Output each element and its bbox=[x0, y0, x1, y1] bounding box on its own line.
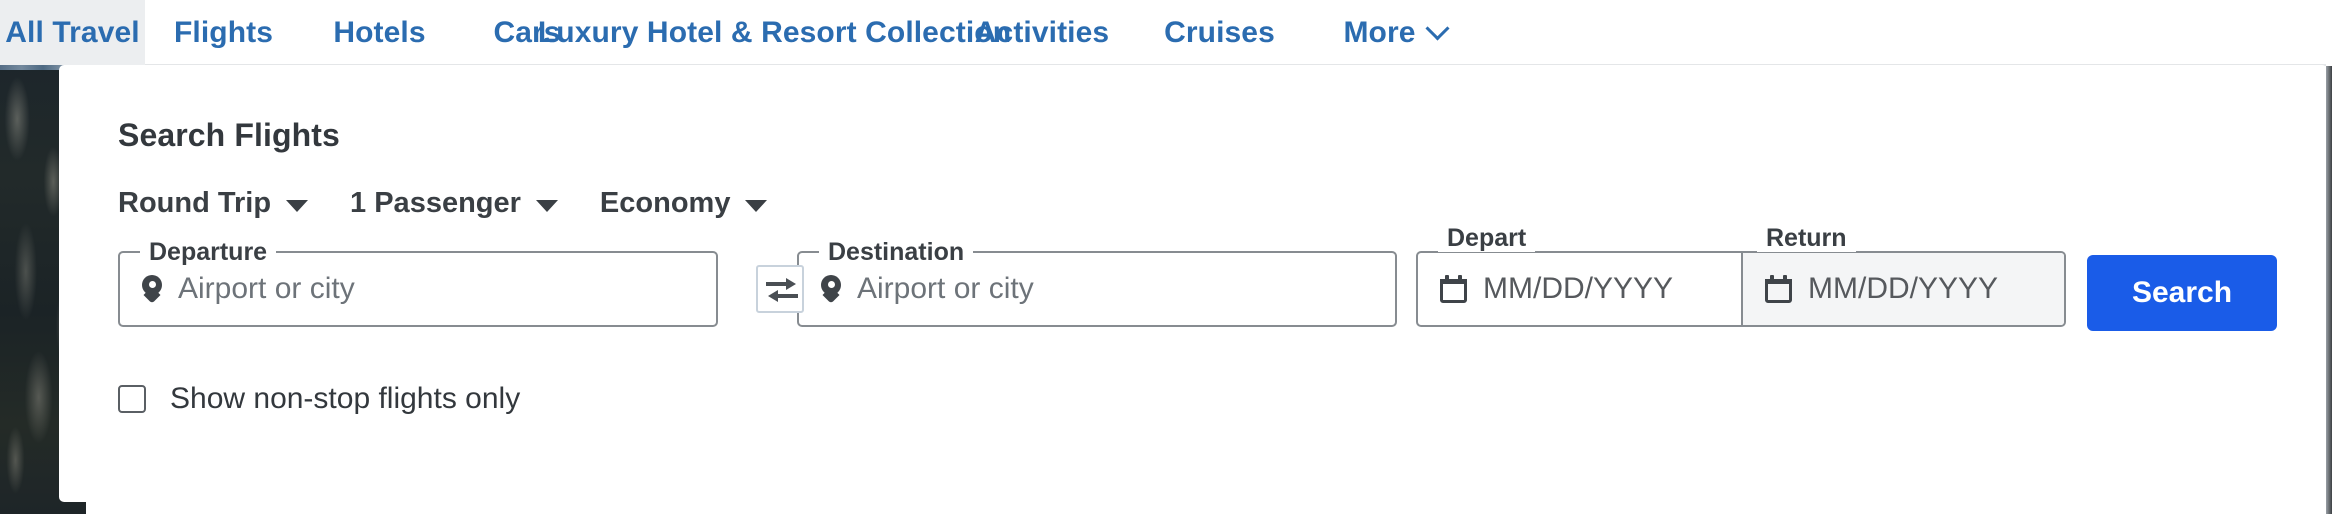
map-pin-icon bbox=[142, 275, 162, 303]
tab-label: All Travel bbox=[5, 16, 140, 49]
passengers-dropdown[interactable]: 1 Passenger bbox=[350, 187, 558, 220]
search-fields-row: Departure Airport or city Destination Ai… bbox=[59, 224, 2327, 361]
tab-label: Activities bbox=[974, 16, 1110, 49]
passengers-value: 1 Passenger bbox=[350, 187, 521, 219]
tab-all-travel[interactable]: All Travel bbox=[0, 0, 145, 66]
tab-luxury-hotel-resort-collection[interactable]: Luxury Hotel & Resort Collection bbox=[538, 0, 1011, 66]
tab-label: Luxury Hotel & Resort Collection bbox=[537, 16, 1012, 49]
page-title: Search Flights bbox=[118, 117, 340, 153]
search-flights-card: Search Flights Round Trip 1 Passenger Ec… bbox=[59, 65, 2327, 502]
return-date-field[interactable]: Return MM/DD/YYYY bbox=[1741, 224, 2064, 325]
non-stop-flights-checkbox[interactable] bbox=[118, 385, 146, 413]
tab-more[interactable]: More bbox=[1307, 0, 1482, 66]
map-pin-icon bbox=[821, 275, 841, 303]
tab-flights[interactable]: Flights bbox=[145, 0, 302, 66]
non-stop-flights-label: Show non-stop flights only bbox=[170, 382, 521, 415]
tab-activities[interactable]: Activities bbox=[952, 0, 1132, 66]
tab-cruises[interactable]: Cruises bbox=[1132, 0, 1307, 66]
swap-arrows-icon bbox=[766, 278, 798, 302]
return-date-label: Return bbox=[1757, 224, 1856, 252]
destination-placeholder: Airport or city bbox=[857, 272, 1034, 305]
caret-down-icon bbox=[535, 199, 558, 212]
caret-down-icon bbox=[286, 199, 309, 212]
chevron-down-icon bbox=[1425, 15, 1450, 41]
cabin-class-value: Economy bbox=[599, 187, 731, 219]
tab-hotels[interactable]: Hotels bbox=[302, 0, 457, 66]
calendar-icon bbox=[1440, 275, 1467, 303]
departure-placeholder: Airport or city bbox=[178, 272, 355, 305]
depart-date-placeholder: MM/DD/YYYY bbox=[1483, 272, 1674, 305]
page-right-edge-top-gap bbox=[2326, 0, 2332, 66]
departure-field[interactable]: Departure Airport or city bbox=[118, 238, 718, 327]
tab-label: Flights bbox=[173, 16, 274, 49]
destination-field[interactable]: Destination Airport or city bbox=[797, 238, 1397, 327]
travel-search-screen: All Travel Flights Hotels Cars Luxury Ho… bbox=[0, 0, 2332, 514]
tab-label: More bbox=[1343, 16, 1416, 49]
primary-nav-tabs: All Travel Flights Hotels Cars Luxury Ho… bbox=[0, 0, 2332, 66]
cabin-class-dropdown[interactable]: Economy bbox=[600, 187, 768, 220]
trip-type-dropdown[interactable]: Round Trip bbox=[118, 187, 309, 220]
trip-type-value: Round Trip bbox=[118, 187, 272, 219]
tab-label: Cruises bbox=[1164, 16, 1275, 49]
depart-date-label: Depart bbox=[1438, 224, 1536, 252]
caret-down-icon bbox=[745, 199, 768, 212]
search-options-row: Round Trip 1 Passenger Economy bbox=[118, 187, 768, 220]
tab-label: Hotels bbox=[333, 16, 426, 49]
page-right-edge bbox=[2326, 0, 2332, 514]
swap-locations-button[interactable] bbox=[756, 265, 804, 313]
calendar-icon bbox=[1765, 275, 1792, 303]
date-range-group: Depart MM/DD/YYYY Return MM/DD/YYYY bbox=[1416, 224, 2066, 327]
depart-date-field[interactable]: Depart MM/DD/YYYY bbox=[1418, 224, 1741, 325]
return-date-placeholder: MM/DD/YYYY bbox=[1808, 272, 1999, 305]
search-button[interactable]: Search bbox=[2087, 255, 2277, 331]
non-stop-flights-checkbox-row[interactable]: Show non-stop flights only bbox=[118, 382, 520, 416]
